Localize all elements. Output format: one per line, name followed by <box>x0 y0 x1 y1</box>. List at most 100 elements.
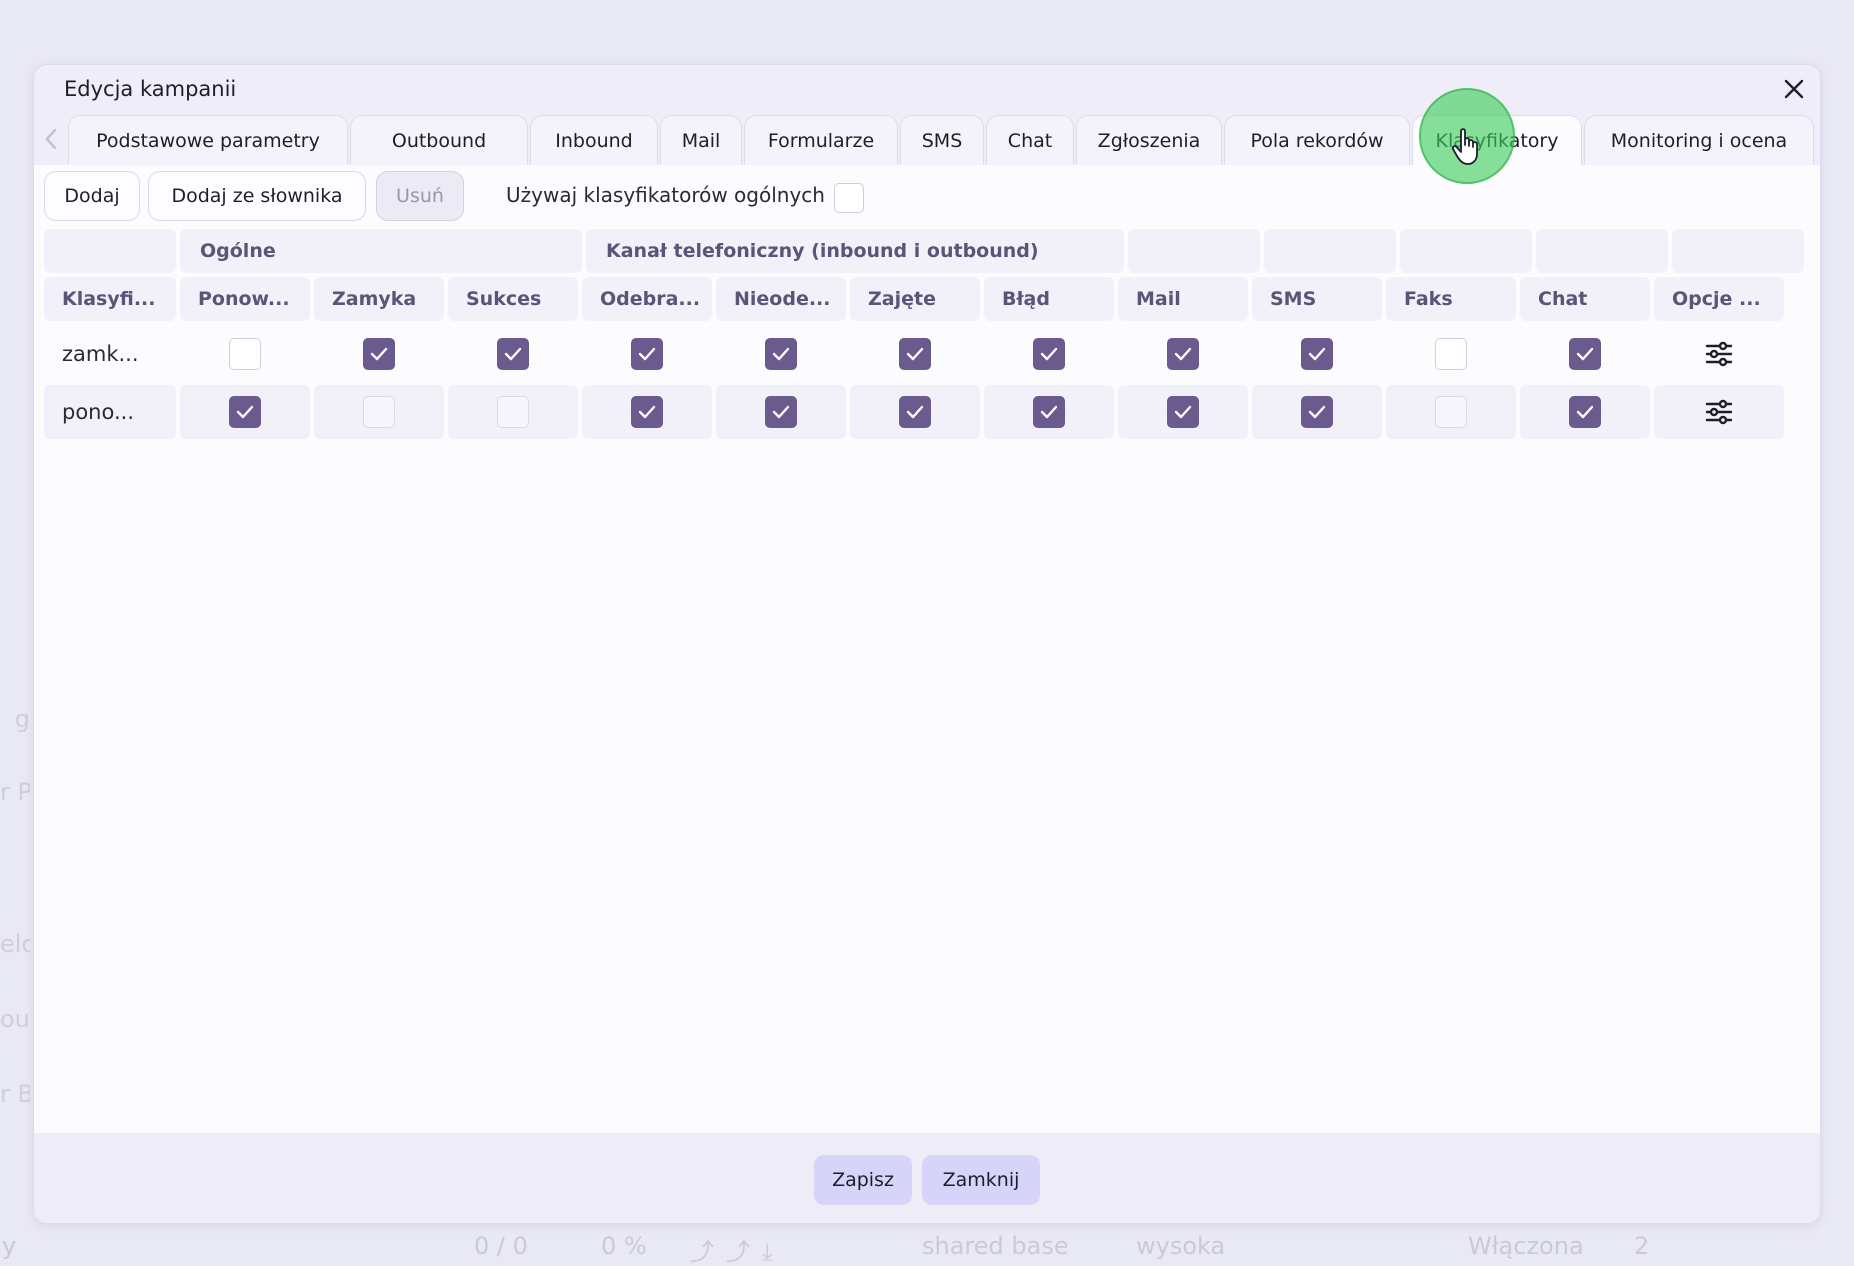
bg-fragment: g <box>14 705 30 733</box>
column-header-retry[interactable]: Ponow... <box>180 277 310 321</box>
row-checkbox[interactable] <box>1033 338 1065 370</box>
group-header-empty <box>1264 229 1396 273</box>
column-header-unanswered[interactable]: Nieode... <box>716 277 846 321</box>
bg-fragment: r P <box>0 778 30 806</box>
checkmark-icon <box>370 347 388 361</box>
tab-outbound[interactable]: Outbound <box>350 115 528 165</box>
add-button[interactable]: Dodaj <box>44 171 140 221</box>
checkmark-icon <box>638 405 656 419</box>
bg-cell: wysoka <box>1136 1232 1226 1260</box>
tab-mail[interactable]: Mail <box>660 115 742 165</box>
row-checkbox[interactable] <box>1569 396 1601 428</box>
row-checkbox[interactable] <box>229 396 261 428</box>
row-checkbox[interactable] <box>497 338 529 370</box>
row-checkbox[interactable] <box>497 396 529 428</box>
bg-cell: 2 <box>1634 1232 1650 1260</box>
bg-action-icons: ⤴⤴⤓ <box>690 1238 785 1266</box>
group-header-empty <box>1536 229 1668 273</box>
dialog-footer: Zapisz Zamknij <box>34 1133 1820 1223</box>
row-checkbox[interactable] <box>899 396 931 428</box>
hand-cursor-icon <box>1451 127 1485 167</box>
checkmark-icon <box>772 347 790 361</box>
checkmark-icon <box>906 347 924 361</box>
bg-cell: 0 / 0 <box>474 1232 528 1260</box>
row-checkbox[interactable] <box>1033 396 1065 428</box>
row-checkbox[interactable] <box>1435 338 1467 370</box>
checkmark-icon <box>906 405 924 419</box>
tab-formularze[interactable]: Formularze <box>744 115 898 165</box>
row-checkbox[interactable] <box>631 396 663 428</box>
save-button[interactable]: Zapisz <box>814 1155 912 1205</box>
group-header-phone: Kanał telefoniczny (inbound i outbound) <box>586 229 1124 273</box>
remove-button[interactable]: Usuń <box>376 171 464 221</box>
tab-zgloszenia[interactable]: Zgłoszenia <box>1076 115 1222 165</box>
sliders-icon[interactable] <box>1704 397 1734 427</box>
row-checkbox[interactable] <box>363 338 395 370</box>
tab-monitoring-i-ocena[interactable]: Monitoring i ocena <box>1584 115 1814 165</box>
checkmark-icon <box>1308 405 1326 419</box>
checkmark-icon <box>1040 347 1058 361</box>
checkmark-icon <box>1040 405 1058 419</box>
row-checkbox[interactable] <box>1167 396 1199 428</box>
bg-fragment: r B <box>0 1080 30 1108</box>
bg-table-row: y 0 / 0 0 % ⤴⤴⤓ shared base wysoka Włącz… <box>0 1224 1854 1266</box>
checkmark-icon <box>236 405 254 419</box>
row-checkbox[interactable] <box>229 338 261 370</box>
campaign-edit-dialog: Edycja kampanii Podstawowe parametry Out… <box>33 64 1821 1224</box>
row-checkbox[interactable] <box>631 338 663 370</box>
checkmark-icon <box>504 347 522 361</box>
chevron-left-icon[interactable] <box>36 121 66 157</box>
group-header-empty <box>1400 229 1532 273</box>
column-header-closes[interactable]: Zamyka <box>314 277 444 321</box>
checkmark-icon <box>1576 347 1594 361</box>
row-checkbox[interactable] <box>765 396 797 428</box>
classifier-name[interactable]: zamk... <box>44 327 176 381</box>
row-checkbox[interactable] <box>1569 338 1601 370</box>
row-checkbox[interactable] <box>1301 396 1333 428</box>
bg-cell: 0 % <box>601 1232 647 1260</box>
row-checkbox[interactable] <box>765 338 797 370</box>
row-checkbox[interactable] <box>899 338 931 370</box>
checkmark-icon <box>1174 347 1192 361</box>
classifier-name[interactable]: pono... <box>44 385 176 439</box>
group-header-empty <box>1128 229 1260 273</box>
tab-sms[interactable]: SMS <box>900 115 984 165</box>
row-checkbox[interactable] <box>1167 338 1199 370</box>
row-checkbox[interactable] <box>1435 396 1467 428</box>
group-header-empty <box>1672 229 1804 273</box>
column-header-fax[interactable]: Faks <box>1386 277 1516 321</box>
column-header-sms[interactable]: SMS <box>1252 277 1382 321</box>
column-header-mail[interactable]: Mail <box>1118 277 1248 321</box>
checkmark-icon <box>1308 347 1326 361</box>
use-general-classifiers-checkbox[interactable] <box>834 183 864 213</box>
add-from-dictionary-button[interactable]: Dodaj ze słownika <box>148 171 366 221</box>
column-header-busy[interactable]: Zajęte <box>850 277 980 321</box>
use-general-classifiers-label: Używaj klasyfikatorów ogólnych <box>506 183 825 207</box>
column-header-classifier[interactable]: Klasyfi... <box>44 277 176 321</box>
column-header-answered[interactable]: Odebra... <box>582 277 712 321</box>
dialog-title: Edycja kampanii <box>64 77 237 101</box>
tab-inbound[interactable]: Inbound <box>530 115 658 165</box>
sliders-icon[interactable] <box>1704 339 1734 369</box>
checkmark-icon <box>772 405 790 419</box>
column-header-error[interactable]: Błąd <box>984 277 1114 321</box>
bg-cell: shared base <box>922 1232 1069 1260</box>
column-header-success[interactable]: Sukces <box>448 277 578 321</box>
bg-fragment: elov <box>0 930 30 958</box>
bg-cell: Włączona <box>1468 1232 1584 1260</box>
checkmark-icon <box>638 347 656 361</box>
checkmark-icon <box>1174 405 1192 419</box>
group-header-empty <box>44 229 176 273</box>
tab-pola-rekordow[interactable]: Pola rekordów <box>1224 115 1410 165</box>
bg-cell: y <box>2 1232 17 1260</box>
close-button[interactable]: Zamknij <box>922 1155 1040 1205</box>
close-icon[interactable] <box>1780 75 1808 103</box>
tab-chat[interactable]: Chat <box>986 115 1074 165</box>
column-header-options[interactable]: Opcje ... <box>1654 277 1784 321</box>
group-header-general: Ogólne <box>180 229 582 273</box>
tab-podstawowe-parametry[interactable]: Podstawowe parametry <box>68 115 348 165</box>
row-checkbox[interactable] <box>363 396 395 428</box>
checkmark-icon <box>1576 405 1594 419</box>
row-checkbox[interactable] <box>1301 338 1333 370</box>
column-header-chat[interactable]: Chat <box>1520 277 1650 321</box>
